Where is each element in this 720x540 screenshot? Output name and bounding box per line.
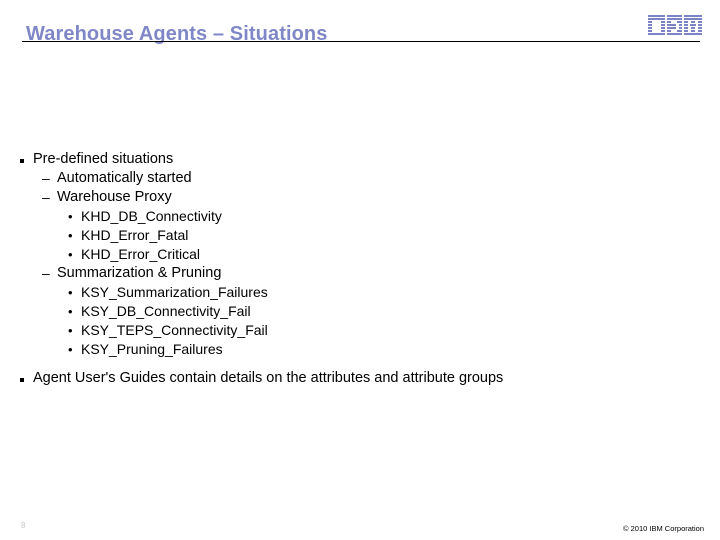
dot-bullet-icon: • xyxy=(68,323,73,338)
bullet-item-level-3: • KHD_DB_Connectivity xyxy=(0,207,720,226)
title-divider xyxy=(22,41,700,42)
square-bullet-glyph xyxy=(20,378,24,382)
dot-bullet-icon: • xyxy=(68,228,73,243)
bullet-text: Agent User's Guides contain details on t… xyxy=(33,370,504,386)
page-number: 8 xyxy=(21,521,26,530)
page-title: Warehouse Agents – Situations xyxy=(26,23,328,46)
ibm-logo-icon xyxy=(648,15,702,37)
bullet-text: Summarization & Pruning xyxy=(57,265,222,281)
dash-bullet-icon: – xyxy=(42,170,50,186)
bullet-text: KHD_DB_Connectivity xyxy=(81,208,222,224)
dash-bullet-icon: – xyxy=(42,189,50,205)
bullet-text: Automatically started xyxy=(57,170,192,186)
dot-bullet-icon: • xyxy=(68,342,73,357)
dot-bullet-icon: • xyxy=(68,247,73,262)
bullet-text: KHD_Error_Fatal xyxy=(81,227,189,243)
dot-bullet-icon: • xyxy=(68,304,73,319)
bullet-spacer xyxy=(0,359,720,369)
bullet-text: KSY_Pruning_Failures xyxy=(81,341,223,357)
bullet-text: KHD_Error_Critical xyxy=(81,246,201,262)
slide: Warehouse Agents – Situations Pre-define… xyxy=(0,0,720,540)
bullet-text: Pre-defined situations xyxy=(33,151,174,167)
bullet-list: Pre-defined situations – Automatically sta… xyxy=(0,150,720,388)
bullet-item-level-3: • KHD_Error_Critical xyxy=(0,245,720,264)
dash-bullet-icon: – xyxy=(42,265,50,281)
dot-bullet-icon: • xyxy=(68,285,73,300)
bullet-item-level-3: • KSY_Pruning_Failures xyxy=(0,340,720,359)
bullet-text: KSY_Summarization_Failures xyxy=(81,284,268,300)
bullet-text: KSY_TEPS_Connectivity_Fail xyxy=(81,322,268,338)
bullet-item-level-1: Pre-defined situations xyxy=(0,150,720,169)
bullet-item-level-3: • KHD_Error_Fatal xyxy=(0,226,720,245)
bullet-item-level-2: – Automatically started xyxy=(0,169,720,188)
bullet-text: KSY_DB_Connectivity_Fail xyxy=(81,303,251,319)
bullet-item-level-3: • KSY_TEPS_Connectivity_Fail xyxy=(0,321,720,340)
square-bullet-glyph xyxy=(20,159,24,163)
bullet-item-level-3: • KSY_DB_Connectivity_Fail xyxy=(0,302,720,321)
bullet-item-level-2: – Warehouse Proxy xyxy=(0,188,720,207)
bullet-item-level-3: • KSY_Summarization_Failures xyxy=(0,283,720,302)
copyright-notice: © 2010 IBM Corporation xyxy=(623,524,704,533)
bullet-text: Warehouse Proxy xyxy=(57,189,172,205)
dot-bullet-icon: • xyxy=(68,209,73,224)
bullet-item-level-1: Agent User's Guides contain details on t… xyxy=(0,369,720,388)
bullet-item-level-2: – Summarization & Pruning xyxy=(0,264,720,283)
